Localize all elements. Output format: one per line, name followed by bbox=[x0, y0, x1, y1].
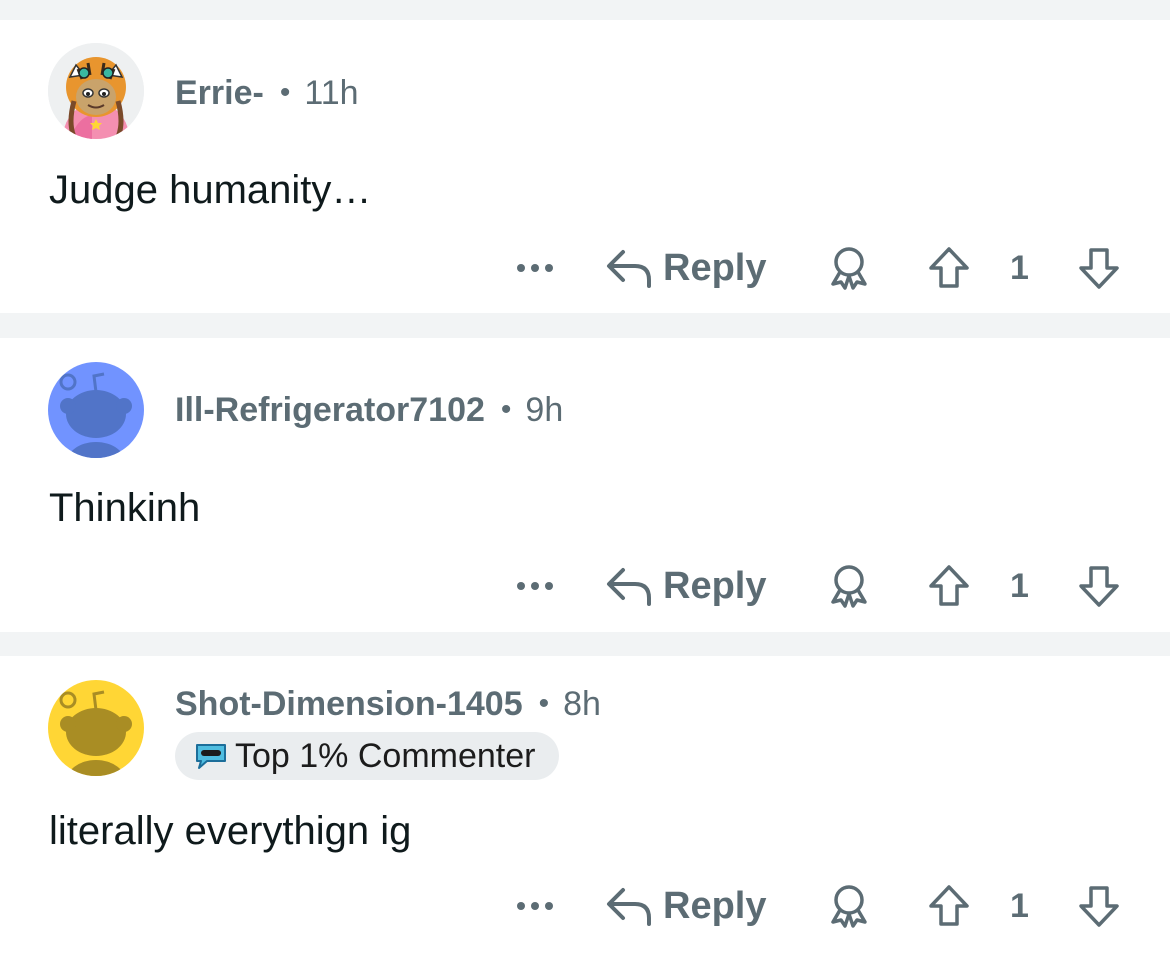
comment-actions: Reply 1 bbox=[500, 556, 1140, 616]
reply-button[interactable]: Reply bbox=[605, 556, 766, 616]
comment: Ill-Refrigerator7102 • 9h Thinkinh Reply bbox=[0, 338, 1170, 632]
meta-separator: • bbox=[538, 687, 550, 720]
award-icon bbox=[831, 565, 867, 608]
timestamp: 8h bbox=[563, 684, 601, 723]
comment-body: Judge humanity… bbox=[49, 168, 372, 212]
comment-body: literally everythign ig bbox=[49, 809, 412, 853]
avatar[interactable] bbox=[48, 680, 144, 776]
separator bbox=[0, 0, 1170, 20]
more-dots-icon bbox=[517, 582, 553, 590]
downvote-arrow-icon bbox=[1079, 886, 1119, 927]
downvote-button[interactable] bbox=[1075, 876, 1123, 936]
reply-button[interactable]: Reply bbox=[605, 238, 766, 298]
avatar[interactable] bbox=[48, 43, 144, 139]
more-options-button[interactable] bbox=[510, 238, 560, 298]
vote-score: 1 bbox=[1010, 566, 1029, 605]
more-options-button[interactable] bbox=[510, 556, 560, 616]
upvote-button[interactable] bbox=[925, 238, 973, 298]
username[interactable]: Errie- bbox=[175, 74, 264, 113]
reply-label: Reply bbox=[663, 246, 767, 289]
reply-arrow-icon bbox=[607, 568, 651, 606]
downvote-button[interactable] bbox=[1075, 238, 1123, 298]
award-button[interactable] bbox=[825, 876, 873, 936]
vote-score: 1 bbox=[1010, 886, 1029, 925]
user-flair: Top 1% Commenter bbox=[175, 732, 560, 780]
reply-arrow-icon bbox=[607, 250, 651, 288]
award-icon bbox=[831, 885, 867, 928]
upvote-button[interactable] bbox=[925, 876, 973, 936]
snoo-avatar-icon bbox=[48, 680, 144, 776]
upvote-arrow-icon bbox=[929, 247, 969, 288]
downvote-arrow-icon bbox=[1079, 566, 1119, 607]
reply-arrow-icon bbox=[607, 888, 651, 926]
tiger-hood-avatar-icon bbox=[48, 43, 144, 139]
comment-body: Thinkinh bbox=[49, 486, 201, 530]
award-icon bbox=[831, 247, 867, 290]
flair-text: Top 1% Commenter bbox=[235, 736, 536, 775]
comment: Errie- • 11h Judge humanity… Reply 1 bbox=[0, 20, 1170, 313]
upvote-button[interactable] bbox=[925, 556, 973, 616]
reply-label: Reply bbox=[663, 884, 767, 927]
upvote-arrow-icon bbox=[929, 885, 969, 926]
comment-actions: Reply 1 bbox=[500, 876, 1140, 936]
timestamp: 9h bbox=[525, 390, 564, 429]
separator bbox=[0, 632, 1170, 656]
award-button[interactable] bbox=[825, 238, 873, 298]
username[interactable]: Ill-Refrigerator7102 bbox=[175, 391, 485, 430]
comment-meta: Shot-Dimension-1405 • 8h bbox=[175, 682, 601, 726]
downvote-button[interactable] bbox=[1075, 556, 1123, 616]
reply-label: Reply bbox=[663, 564, 767, 607]
vote-score: 1 bbox=[1010, 248, 1029, 287]
meta-separator: • bbox=[279, 76, 291, 109]
separator bbox=[0, 313, 1170, 338]
meta-separator: • bbox=[500, 393, 512, 426]
comment-meta: Errie- • 11h bbox=[175, 71, 359, 115]
comment: Shot-Dimension-1405 • 8h Top 1% Commente… bbox=[0, 656, 1170, 955]
timestamp: 11h bbox=[304, 73, 359, 112]
username[interactable]: Shot-Dimension-1405 bbox=[175, 685, 523, 724]
comment-meta: Ill-Refrigerator7102 • 9h bbox=[175, 388, 563, 432]
downvote-arrow-icon bbox=[1079, 248, 1119, 289]
comment-thread: Errie- • 11h Judge humanity… Reply 1 Ill… bbox=[0, 0, 1170, 955]
more-options-button[interactable] bbox=[510, 876, 560, 936]
reply-button[interactable]: Reply bbox=[605, 876, 766, 936]
comment-actions: Reply 1 bbox=[500, 238, 1140, 298]
more-dots-icon bbox=[517, 902, 553, 910]
upvote-arrow-icon bbox=[929, 565, 969, 606]
more-dots-icon bbox=[517, 264, 553, 272]
award-button[interactable] bbox=[825, 556, 873, 616]
snoo-avatar-icon bbox=[48, 362, 144, 458]
flair-chat-icon bbox=[196, 744, 226, 769]
avatar[interactable] bbox=[48, 362, 144, 458]
